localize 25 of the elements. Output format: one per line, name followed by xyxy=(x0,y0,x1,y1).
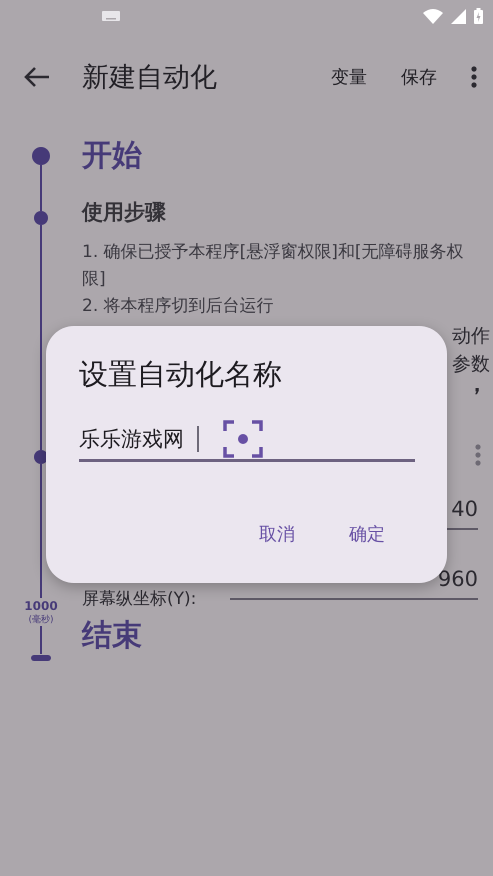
wifi-icon xyxy=(423,8,443,24)
more-options-icon[interactable] xyxy=(471,66,477,88)
description-text: 动作 xyxy=(452,324,490,348)
description-text: ， xyxy=(466,376,488,394)
section-title: 结束 xyxy=(82,617,143,655)
delay-value: 1000 xyxy=(24,598,58,614)
instructions-text: 1. 确保已授予本程序[悬浮窗权限]和[无障碍服务权限] 2. 将本程序切到后台运行 xyxy=(82,241,465,318)
description-text: 参数 xyxy=(452,352,490,376)
text-cursor xyxy=(197,426,199,452)
name-input-field[interactable]: 乐乐游戏网 xyxy=(79,426,197,450)
scan-icon[interactable] xyxy=(223,420,263,458)
page-title: 新建自动化 xyxy=(82,61,218,95)
toolbar-action[interactable]: 保存 xyxy=(393,59,445,95)
dialog-button[interactable]: 取消 xyxy=(239,514,315,554)
back-arrow-icon[interactable] xyxy=(24,67,50,87)
dialog-title: 设置自动化名称 xyxy=(79,356,283,393)
keyboard-icon xyxy=(102,11,120,21)
toolbar-action[interactable]: 变量 xyxy=(323,59,375,95)
dialog-button[interactable]: 确定 xyxy=(329,514,405,554)
field-label: 屏幕纵坐标(Y): xyxy=(82,588,196,610)
section-title: 开始 xyxy=(82,137,143,175)
section-heading: 使用步骤 xyxy=(82,199,167,226)
delay-unit: (毫秒) xyxy=(28,614,54,626)
battery-icon xyxy=(474,8,483,24)
signal-icon xyxy=(451,8,466,24)
